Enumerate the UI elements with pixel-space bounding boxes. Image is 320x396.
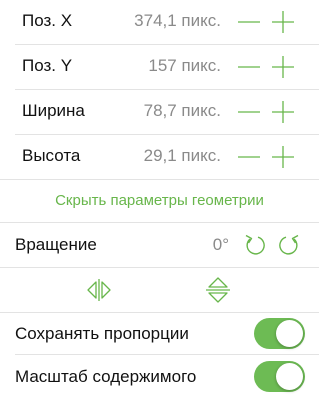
scale-content-row: Масштаб содержимого (0, 355, 319, 396)
flip-horizontal-icon[interactable] (84, 275, 114, 305)
pos-y-value[interactable]: 157 пикс. (148, 56, 221, 76)
plus-icon[interactable] (270, 54, 296, 80)
hide-geometry-link[interactable]: Скрыть параметры геометрии (0, 192, 319, 209)
rotation-row: Вращение 0° (0, 223, 319, 267)
plus-icon[interactable] (270, 9, 296, 35)
width-label: Ширина (22, 101, 85, 120)
keep-proportions-label: Сохранять пропорции (15, 324, 189, 343)
minus-icon[interactable] (236, 54, 262, 80)
keep-proportions-toggle[interactable] (254, 318, 305, 349)
plus-icon[interactable] (270, 99, 296, 125)
toggle-knob (276, 320, 303, 347)
flip-vertical-icon[interactable] (203, 275, 233, 305)
toggle-knob (276, 363, 303, 390)
pos-y-label: Поз. Y (22, 56, 73, 75)
hide-geometry-row: Скрыть параметры геометрии (0, 180, 319, 222)
geometry-row-height: Высота 29,1 пикс. (0, 135, 319, 179)
rotate-clockwise-icon[interactable] (276, 232, 302, 258)
rotation-value[interactable]: 0° (213, 235, 229, 255)
geometry-row-pos-y: Поз. Y 157 пикс. (0, 45, 319, 89)
scale-content-label: Масштаб содержимого (15, 367, 197, 386)
flip-row (0, 268, 319, 312)
minus-icon[interactable] (236, 9, 262, 35)
minus-icon[interactable] (236, 144, 262, 170)
width-value[interactable]: 78,7 пикс. (144, 101, 221, 121)
keep-proportions-row: Сохранять пропорции (0, 313, 319, 353)
rotation-label: Вращение (15, 235, 97, 254)
scale-content-toggle[interactable] (254, 361, 305, 392)
geometry-row-pos-x: Поз. X 374,1 пикс. (0, 0, 319, 44)
pos-x-label: Поз. X (22, 11, 73, 30)
rotate-counterclockwise-icon[interactable] (242, 232, 268, 258)
plus-icon[interactable] (270, 144, 296, 170)
pos-x-value[interactable]: 374,1 пикс. (134, 11, 221, 31)
height-value[interactable]: 29,1 пикс. (144, 146, 221, 166)
geometry-row-width: Ширина 78,7 пикс. (0, 90, 319, 134)
height-label: Высота (22, 146, 81, 165)
minus-icon[interactable] (236, 99, 262, 125)
